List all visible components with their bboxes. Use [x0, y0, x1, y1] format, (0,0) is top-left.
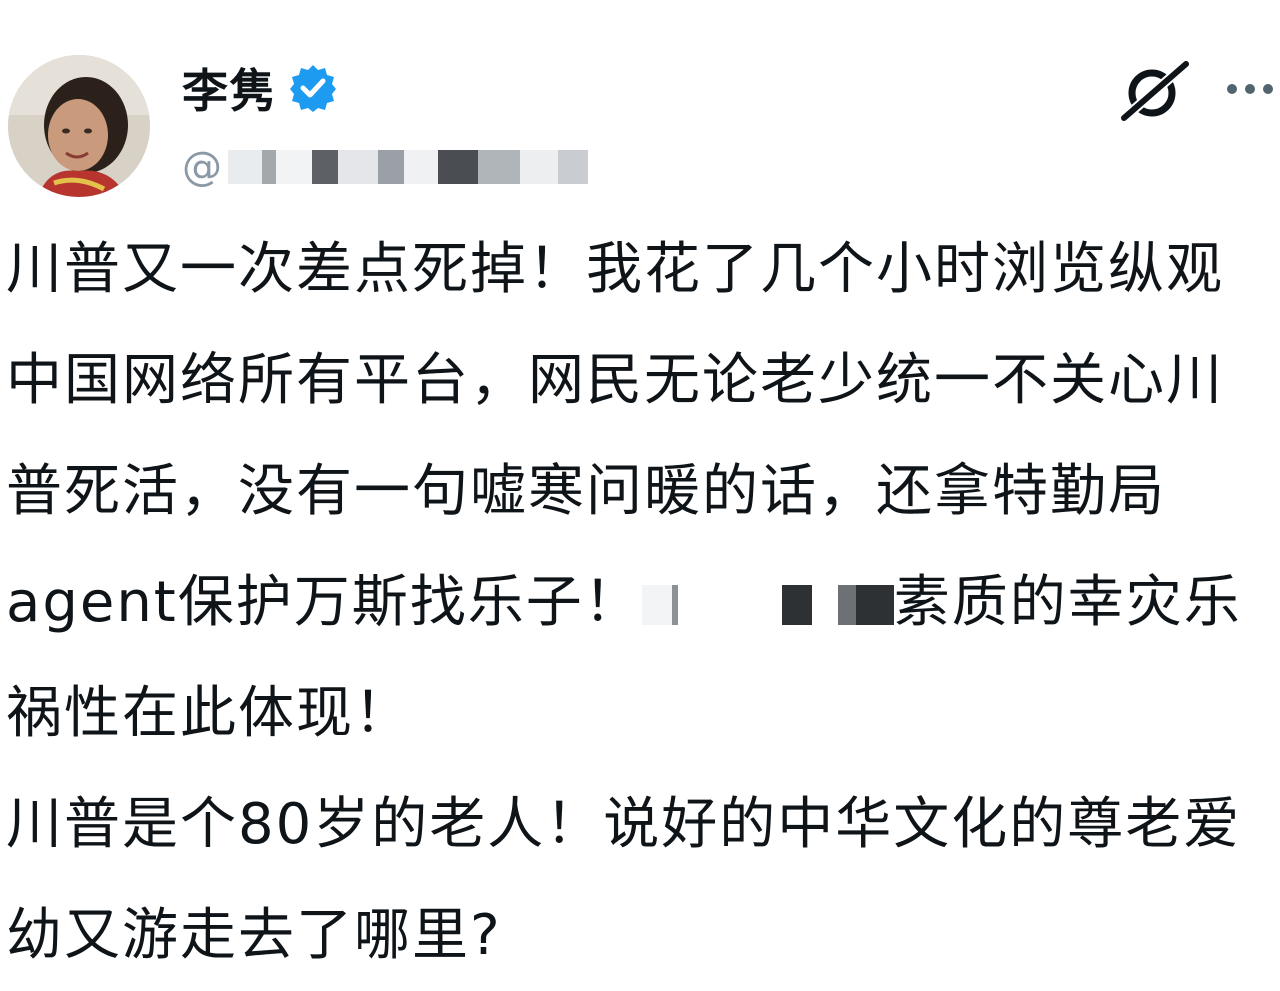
verified-badge-icon: [290, 65, 336, 112]
author-name-row[interactable]: 李隽: [182, 58, 338, 118]
author-handle-row: @: [182, 142, 588, 192]
more-options-icon[interactable]: [1224, 78, 1276, 100]
author-display-name[interactable]: 李隽: [182, 55, 276, 121]
author-handle-prefix: @: [182, 144, 222, 190]
tweet-paragraph-1: 川普又一次差点死掉！我花了几个小时浏览纵观中国网络所有平台，网民无论老少统一不关…: [6, 214, 1266, 769]
handle-redaction: [228, 150, 588, 184]
avatar-photo: [8, 55, 150, 197]
tweet-paragraph-2: 川普是个80岁的老人！说好的中华文化的尊老爱幼又游走去了哪里?: [6, 792, 1242, 968]
grok-icon[interactable]: [1118, 60, 1192, 122]
inline-redaction: [641, 585, 894, 625]
user-avatar[interactable]: [8, 55, 150, 197]
tweet-text: 川普又一次差点死掉！我花了几个小时浏览纵观中国网络所有平台，网民无论老少统一不关…: [6, 214, 1266, 991]
